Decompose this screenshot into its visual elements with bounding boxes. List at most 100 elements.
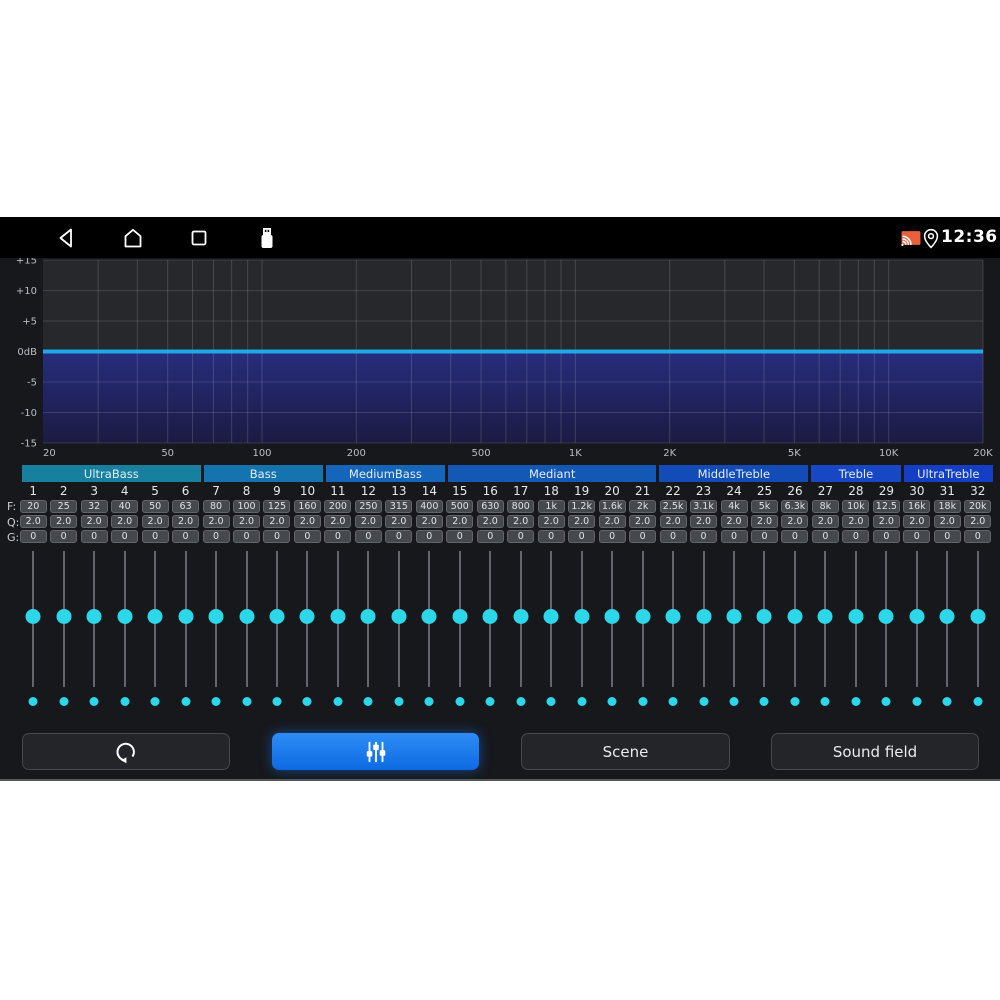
band-gain-slider[interactable] (18, 549, 48, 711)
band-gain-slider[interactable] (719, 549, 749, 711)
band-gain-slider[interactable] (323, 549, 353, 711)
band-q-value[interactable]: 2.0 (324, 515, 352, 528)
band-q-value[interactable]: 2.0 (781, 515, 809, 528)
slider-knob[interactable] (299, 609, 315, 624)
slider-knob[interactable] (878, 609, 894, 624)
band-q-value[interactable]: 2.0 (446, 515, 474, 528)
slider-knob[interactable] (939, 609, 955, 624)
band-gain-value[interactable]: 0 (598, 530, 626, 543)
recents-button[interactable] (185, 224, 213, 252)
band-gain-value[interactable]: 0 (19, 530, 47, 543)
band-gain-value[interactable]: 0 (933, 530, 961, 543)
slider-knob[interactable] (970, 609, 986, 624)
band-gain-slider[interactable] (902, 549, 932, 711)
band-frequency-value[interactable]: 18k (933, 500, 961, 513)
slider-knob[interactable] (513, 609, 529, 624)
band-frequency-value[interactable]: 100 (233, 500, 261, 513)
slider-knob[interactable] (817, 609, 833, 624)
band-gain-value[interactable]: 0 (476, 530, 504, 543)
band-gain-slider[interactable] (414, 549, 444, 711)
slider-knob[interactable] (604, 609, 620, 624)
band-gain-value[interactable]: 0 (111, 530, 139, 543)
band-gain-value[interactable]: 0 (568, 530, 596, 543)
band-q-value[interactable]: 2.0 (385, 515, 413, 528)
slider-knob[interactable] (330, 609, 346, 624)
slider-knob[interactable] (726, 609, 742, 624)
band-frequency-value[interactable]: 32 (80, 500, 108, 513)
slider-knob[interactable] (696, 609, 712, 624)
band-frequency-value[interactable]: 10k (842, 500, 870, 513)
band-q-value[interactable]: 2.0 (111, 515, 139, 528)
band-gain-value[interactable]: 0 (293, 530, 321, 543)
band-gain-slider[interactable] (536, 549, 566, 711)
band-gain-slider[interactable] (932, 549, 962, 711)
band-gain-slider[interactable] (79, 549, 109, 711)
slider-knob[interactable] (848, 609, 864, 624)
band-q-value[interactable]: 2.0 (659, 515, 687, 528)
band-frequency-value[interactable]: 6.3k (781, 500, 809, 513)
slider-knob[interactable] (909, 609, 925, 624)
slider-knob[interactable] (421, 609, 437, 624)
band-gain-value[interactable]: 0 (80, 530, 108, 543)
slider-knob[interactable] (56, 609, 72, 624)
slider-knob[interactable] (635, 609, 651, 624)
slider-knob[interactable] (665, 609, 681, 624)
slider-knob[interactable] (391, 609, 407, 624)
band-q-value[interactable]: 2.0 (415, 515, 443, 528)
band-q-value[interactable]: 2.0 (690, 515, 718, 528)
band-gain-slider[interactable] (201, 549, 231, 711)
band-gain-value[interactable]: 0 (811, 530, 839, 543)
band-q-value[interactable]: 2.0 (750, 515, 778, 528)
band-gain-slider[interactable] (841, 549, 871, 711)
band-frequency-value[interactable]: 800 (507, 500, 535, 513)
band-q-value[interactable]: 2.0 (720, 515, 748, 528)
band-gain-slider[interactable] (353, 549, 383, 711)
slider-knob[interactable] (360, 609, 376, 624)
band-frequency-value[interactable]: 1k (537, 500, 565, 513)
band-gain-slider[interactable] (475, 549, 505, 711)
band-q-value[interactable]: 2.0 (293, 515, 321, 528)
band-frequency-value[interactable]: 1.2k (568, 500, 596, 513)
band-q-value[interactable]: 2.0 (629, 515, 657, 528)
band-gain-value[interactable]: 0 (781, 530, 809, 543)
band-q-value[interactable]: 2.0 (233, 515, 261, 528)
slider-knob[interactable] (269, 609, 285, 624)
scene-button[interactable]: Scene (521, 733, 730, 770)
band-gain-slider[interactable] (963, 549, 993, 711)
band-gain-value[interactable]: 0 (385, 530, 413, 543)
slider-knob[interactable] (543, 609, 559, 624)
band-gain-slider[interactable] (810, 549, 840, 711)
band-q-value[interactable]: 2.0 (80, 515, 108, 528)
band-frequency-value[interactable]: 1.6k (598, 500, 626, 513)
band-q-value[interactable]: 2.0 (19, 515, 47, 528)
slider-knob[interactable] (25, 609, 41, 624)
slider-knob[interactable] (147, 609, 163, 624)
band-gain-slider[interactable] (262, 549, 292, 711)
band-frequency-value[interactable]: 63 (172, 500, 200, 513)
band-q-value[interactable]: 2.0 (263, 515, 291, 528)
band-frequency-value[interactable]: 16k (903, 500, 931, 513)
band-q-value[interactable]: 2.0 (172, 515, 200, 528)
band-frequency-value[interactable]: 3.1k (690, 500, 718, 513)
band-frequency-value[interactable]: 160 (293, 500, 321, 513)
band-frequency-value[interactable]: 20 (19, 500, 47, 513)
band-q-value[interactable]: 2.0 (202, 515, 230, 528)
band-q-value[interactable]: 2.0 (842, 515, 870, 528)
slider-knob[interactable] (117, 609, 133, 624)
band-frequency-value[interactable]: 4k (720, 500, 748, 513)
slider-knob[interactable] (574, 609, 590, 624)
band-frequency-value[interactable]: 8k (811, 500, 839, 513)
band-gain-value[interactable]: 0 (202, 530, 230, 543)
band-gain-slider[interactable] (170, 549, 200, 711)
band-frequency-value[interactable]: 80 (202, 500, 230, 513)
band-frequency-value[interactable]: 500 (446, 500, 474, 513)
slider-knob[interactable] (756, 609, 772, 624)
band-q-value[interactable]: 2.0 (141, 515, 169, 528)
band-gain-slider[interactable] (871, 549, 901, 711)
band-q-value[interactable]: 2.0 (903, 515, 931, 528)
band-gain-slider[interactable] (566, 549, 596, 711)
band-q-value[interactable]: 2.0 (933, 515, 961, 528)
band-gain-value[interactable]: 0 (872, 530, 900, 543)
home-button[interactable] (119, 224, 147, 252)
band-gain-slider[interactable] (231, 549, 261, 711)
